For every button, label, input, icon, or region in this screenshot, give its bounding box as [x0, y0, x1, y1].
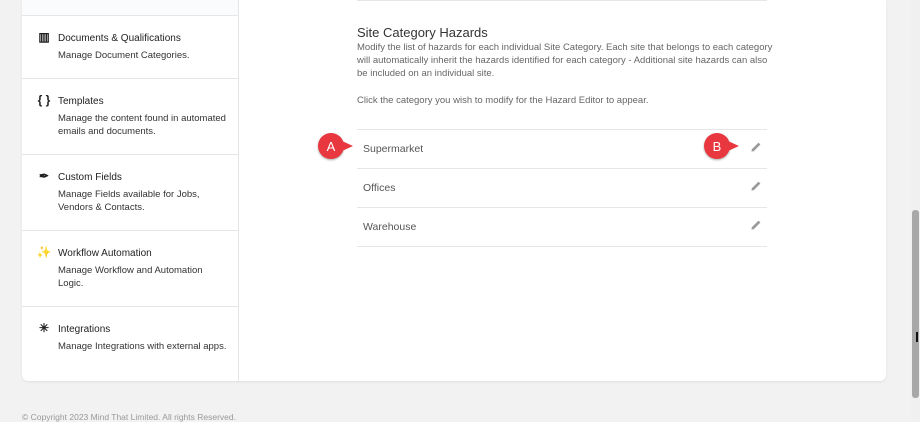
sidebar-item-documents-qualifications[interactable]: ▥ Documents & Qualifications Manage Docu…: [22, 16, 238, 79]
text-cursor: [916, 332, 918, 342]
page-scrollbar[interactable]: [911, 0, 920, 420]
annotation-callout-a: A: [318, 133, 344, 159]
pencil-icon[interactable]: [749, 140, 763, 154]
sidebar-item-title: Documents & Qualifications: [58, 33, 181, 44]
sidebar-item-desc: Manage Integrations with external apps.: [58, 341, 227, 352]
scrollbar-thumb[interactable]: [912, 210, 919, 398]
sidebar-item-title: Integrations: [58, 324, 111, 335]
sidebar-item-desc: Manage Fields available for Jobs, Vendor…: [58, 189, 200, 213]
sidebar-item-desc: Manage the content found in automated em…: [58, 113, 226, 137]
page-title: Site Category Hazards: [357, 25, 488, 40]
category-row-warehouse[interactable]: Warehouse: [357, 207, 767, 247]
sidebar-item-title: Custom Fields: [58, 172, 122, 183]
sidebar-top-item[interactable]: [22, 0, 238, 16]
footer-copyright: © Copyright 2023 Mind That Limited. All …: [22, 412, 236, 422]
category-name: Supermarket: [363, 143, 424, 155]
sidebar-item-custom-fields[interactable]: ✒ Custom Fields Manage Fields available …: [22, 155, 238, 231]
sidebar-item-desc: Manage Workflow and Automation Logic.: [58, 265, 203, 289]
annotation-callout-b: B: [704, 133, 730, 159]
library-books-icon: ▥: [38, 30, 50, 44]
pencil-icon[interactable]: [749, 179, 763, 193]
category-name: Warehouse: [363, 221, 417, 233]
integration-nodes-icon: ✳: [38, 321, 50, 335]
category-name: Offices: [363, 182, 396, 194]
pencil-icon[interactable]: [749, 218, 763, 232]
sidebar-item-workflow-automation[interactable]: ✨ Workflow Automation Manage Workflow an…: [22, 231, 238, 307]
code-braces-icon: { }: [37, 93, 51, 107]
sidebar-item-title: Workflow Automation: [58, 248, 152, 259]
sidebar-item-templates[interactable]: { } Templates Manage the content found i…: [22, 79, 238, 155]
section-description: Modify the list of hazards for each indi…: [357, 42, 773, 79]
sidebar-item-integrations[interactable]: ✳ Integrations Manage Integrations with …: [22, 307, 238, 381]
magic-wand-icon: ✨: [36, 245, 52, 259]
section-hint: Click the category you wish to modify fo…: [357, 95, 649, 106]
category-row-offices[interactable]: Offices: [357, 168, 767, 207]
section-top-divider: [357, 0, 767, 1]
sidebar-item-title: Templates: [58, 96, 104, 107]
settings-sidebar: ▥ Documents & Qualifications Manage Docu…: [22, 0, 239, 381]
feather-icon: ✒: [38, 169, 50, 183]
sidebar-item-desc: Manage Document Categories.: [58, 50, 190, 61]
